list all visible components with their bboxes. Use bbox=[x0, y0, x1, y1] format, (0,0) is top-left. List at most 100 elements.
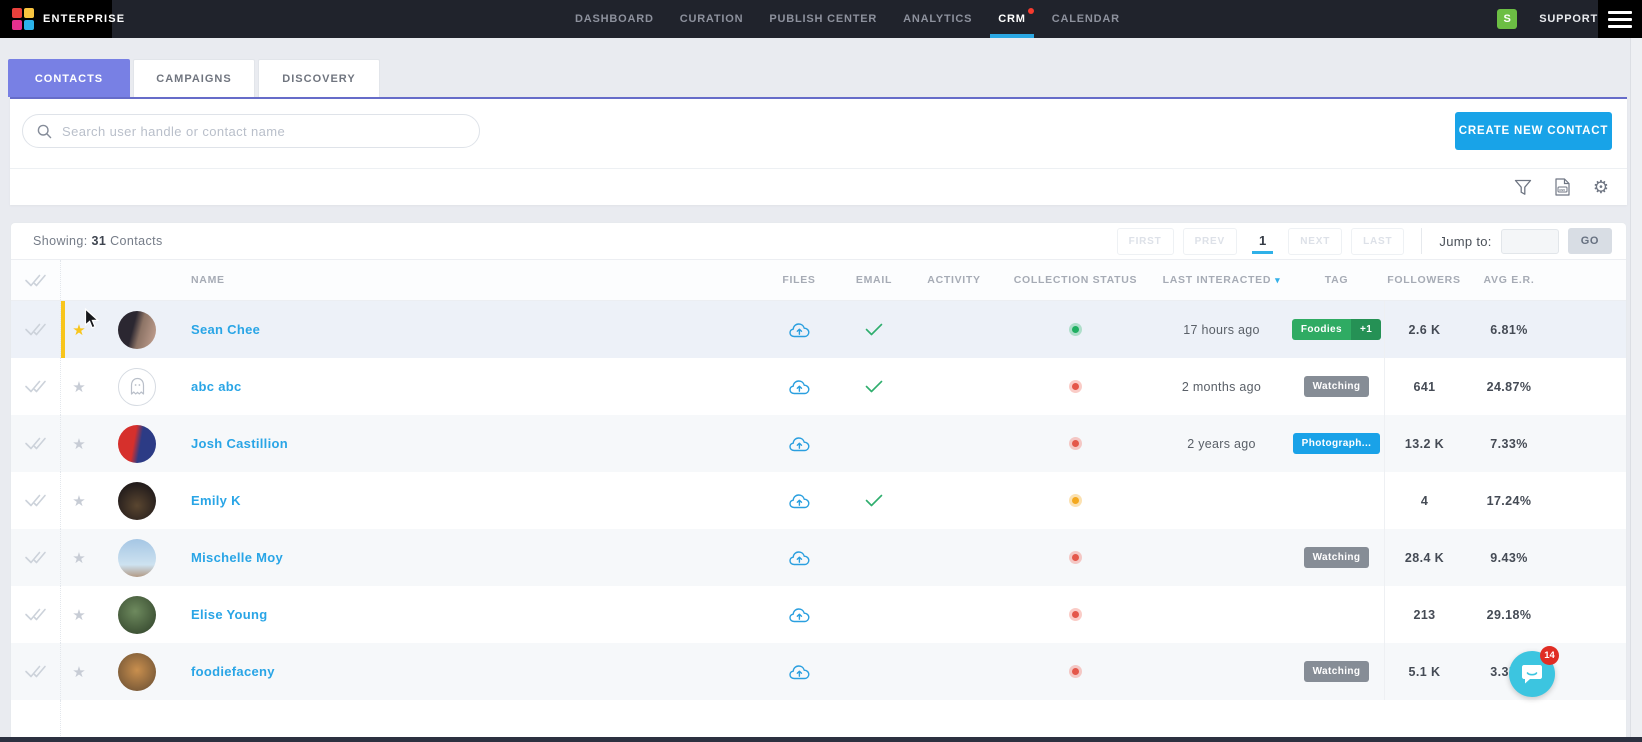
table-row[interactable]: ★ Sean Chee 17 hours ago Foodies+1 2.6 K… bbox=[11, 301, 1626, 358]
files-cell bbox=[761, 664, 837, 680]
favorite-star-icon[interactable]: ★ bbox=[72, 435, 85, 453]
pagination-current-page[interactable]: 1 bbox=[1252, 229, 1273, 254]
email-check-icon bbox=[865, 380, 883, 393]
chat-bubble-icon bbox=[1521, 664, 1543, 685]
table-row[interactable]: ★ Mischelle Moy Watching 28.4 K 9.43% bbox=[11, 529, 1626, 586]
support-link[interactable]: SUPPORT bbox=[1539, 13, 1598, 25]
csv-export-icon[interactable]: csv bbox=[1555, 178, 1570, 196]
row-select-check-icon[interactable] bbox=[11, 643, 61, 700]
contact-name-link[interactable]: abc abc bbox=[191, 379, 242, 394]
pagination-next-button[interactable]: NEXT bbox=[1288, 228, 1342, 255]
name-cell: foodiefaceny bbox=[177, 664, 761, 679]
row-select-check-icon[interactable] bbox=[11, 529, 61, 586]
row-select-check-icon[interactable] bbox=[11, 415, 61, 472]
favorite-star-icon[interactable]: ★ bbox=[72, 606, 85, 624]
settings-gear-icon[interactable]: ⚙ bbox=[1593, 178, 1609, 196]
table-row[interactable]: ★ Emily K 4 17.24% bbox=[11, 472, 1626, 529]
go-button[interactable]: GO bbox=[1568, 228, 1612, 254]
cloud-upload-icon[interactable] bbox=[789, 607, 810, 623]
cloud-upload-icon[interactable] bbox=[789, 436, 810, 452]
nav-menu: DASHBOARD CURATION PUBLISH CENTER ANALYT… bbox=[575, 0, 1120, 38]
cloud-upload-icon[interactable] bbox=[789, 322, 810, 338]
name-cell: Sean Chee bbox=[177, 322, 761, 337]
contact-name-link[interactable]: Mischelle Moy bbox=[191, 550, 283, 565]
favorite-star-cell: ★ bbox=[61, 435, 97, 453]
contact-avatar[interactable] bbox=[118, 596, 156, 634]
hamburger-menu-icon[interactable] bbox=[1598, 0, 1642, 38]
contact-avatar[interactable] bbox=[118, 311, 156, 349]
files-cell bbox=[761, 379, 837, 395]
scrollbar[interactable] bbox=[1630, 38, 1642, 742]
tag-cell: Photograph... bbox=[1289, 433, 1384, 454]
nav-item-calendar[interactable]: CALENDAR bbox=[1052, 0, 1120, 38]
table-row[interactable]: ★ Josh Castillion 2 years ago Photograph… bbox=[11, 415, 1626, 472]
notification-dot bbox=[1028, 8, 1034, 14]
sort-desc-icon: ▾ bbox=[1275, 275, 1280, 285]
column-header-name: NAME bbox=[177, 274, 761, 286]
jump-to-input[interactable] bbox=[1501, 229, 1559, 254]
email-check-icon bbox=[865, 494, 883, 507]
favorite-star-cell: ★ bbox=[61, 321, 97, 339]
favorite-star-icon[interactable]: ★ bbox=[72, 321, 85, 339]
column-header-last-interacted[interactable]: LAST INTERACTED▾ bbox=[1154, 274, 1289, 286]
contact-name-link[interactable]: Elise Young bbox=[191, 607, 268, 622]
nav-item-dashboard[interactable]: DASHBOARD bbox=[575, 0, 654, 38]
search-input[interactable] bbox=[62, 124, 479, 139]
files-cell bbox=[761, 493, 837, 509]
followers-cell: 213 bbox=[1384, 586, 1464, 643]
contact-avatar[interactable] bbox=[118, 482, 156, 520]
row-select-check-icon[interactable] bbox=[11, 358, 61, 415]
contact-avatar[interactable] bbox=[118, 653, 156, 691]
pagination-first-button[interactable]: FIRST bbox=[1117, 228, 1174, 255]
nav-item-crm[interactable]: CRM bbox=[998, 0, 1025, 38]
favorite-star-icon[interactable]: ★ bbox=[72, 549, 85, 567]
table-row[interactable]: ★ foodiefaceny Watching 5.1 K 3.35% bbox=[11, 643, 1626, 700]
column-header-activity: ACTIVITY bbox=[911, 274, 997, 286]
bottom-edge-strip bbox=[0, 737, 1642, 742]
row-select-check-icon[interactable] bbox=[11, 586, 61, 643]
email-cell bbox=[837, 494, 911, 507]
contact-name-link[interactable]: foodiefaceny bbox=[191, 664, 275, 679]
contact-avatar[interactable] bbox=[118, 539, 156, 577]
tab-discovery[interactable]: DISCOVERY bbox=[258, 59, 380, 97]
favorite-star-icon[interactable]: ★ bbox=[72, 663, 85, 681]
favorite-star-icon[interactable]: ★ bbox=[72, 378, 85, 396]
tag-pill: Watching bbox=[1304, 661, 1370, 682]
nav-item-curation[interactable]: CURATION bbox=[680, 0, 744, 38]
search-box[interactable] bbox=[22, 114, 480, 148]
row-select-check-icon[interactable] bbox=[11, 301, 61, 358]
empty-row bbox=[11, 700, 1626, 738]
contact-name-link[interactable]: Sean Chee bbox=[191, 322, 260, 337]
cloud-upload-icon[interactable] bbox=[789, 664, 810, 680]
filter-icon[interactable] bbox=[1514, 179, 1532, 196]
contact-avatar[interactable] bbox=[118, 425, 156, 463]
collection-status-cell bbox=[997, 383, 1154, 390]
user-avatar[interactable]: S bbox=[1497, 9, 1517, 29]
pagination-last-button[interactable]: LAST bbox=[1351, 228, 1404, 255]
chat-widget-button[interactable]: 14 bbox=[1509, 651, 1555, 697]
select-all-check-icon[interactable] bbox=[11, 260, 61, 300]
contact-name-link[interactable]: Emily K bbox=[191, 493, 241, 508]
tab-campaigns[interactable]: CAMPAIGNS bbox=[133, 59, 255, 97]
table-row[interactable]: ★ abc abc 2 months ago Watching 641 24.8… bbox=[11, 358, 1626, 415]
nav-item-publish-center[interactable]: PUBLISH CENTER bbox=[769, 0, 877, 38]
contact-avatar[interactable] bbox=[118, 368, 156, 406]
nav-item-analytics[interactable]: ANALYTICS bbox=[903, 0, 972, 38]
create-new-contact-button[interactable]: CREATE NEW CONTACT bbox=[1455, 112, 1612, 150]
cloud-upload-icon[interactable] bbox=[789, 550, 810, 566]
collection-status-dot bbox=[1072, 326, 1079, 333]
collection-status-cell bbox=[997, 554, 1154, 561]
tab-contacts[interactable]: CONTACTS bbox=[8, 59, 130, 97]
avg-er-cell: 9.43% bbox=[1464, 551, 1554, 565]
table-row[interactable]: ★ Elise Young 213 29.18% bbox=[11, 586, 1626, 643]
contact-name-link[interactable]: Josh Castillion bbox=[191, 436, 288, 451]
followers-cell: 4 bbox=[1384, 472, 1464, 529]
tag-cell: Watching bbox=[1289, 661, 1384, 682]
cloud-upload-icon[interactable] bbox=[789, 379, 810, 395]
email-cell bbox=[837, 323, 911, 336]
favorite-star-icon[interactable]: ★ bbox=[72, 492, 85, 510]
pagination-prev-button[interactable]: PREV bbox=[1183, 228, 1237, 255]
cloud-upload-icon[interactable] bbox=[789, 493, 810, 509]
avg-er-cell: 17.24% bbox=[1464, 494, 1554, 508]
row-select-check-icon[interactable] bbox=[11, 472, 61, 529]
